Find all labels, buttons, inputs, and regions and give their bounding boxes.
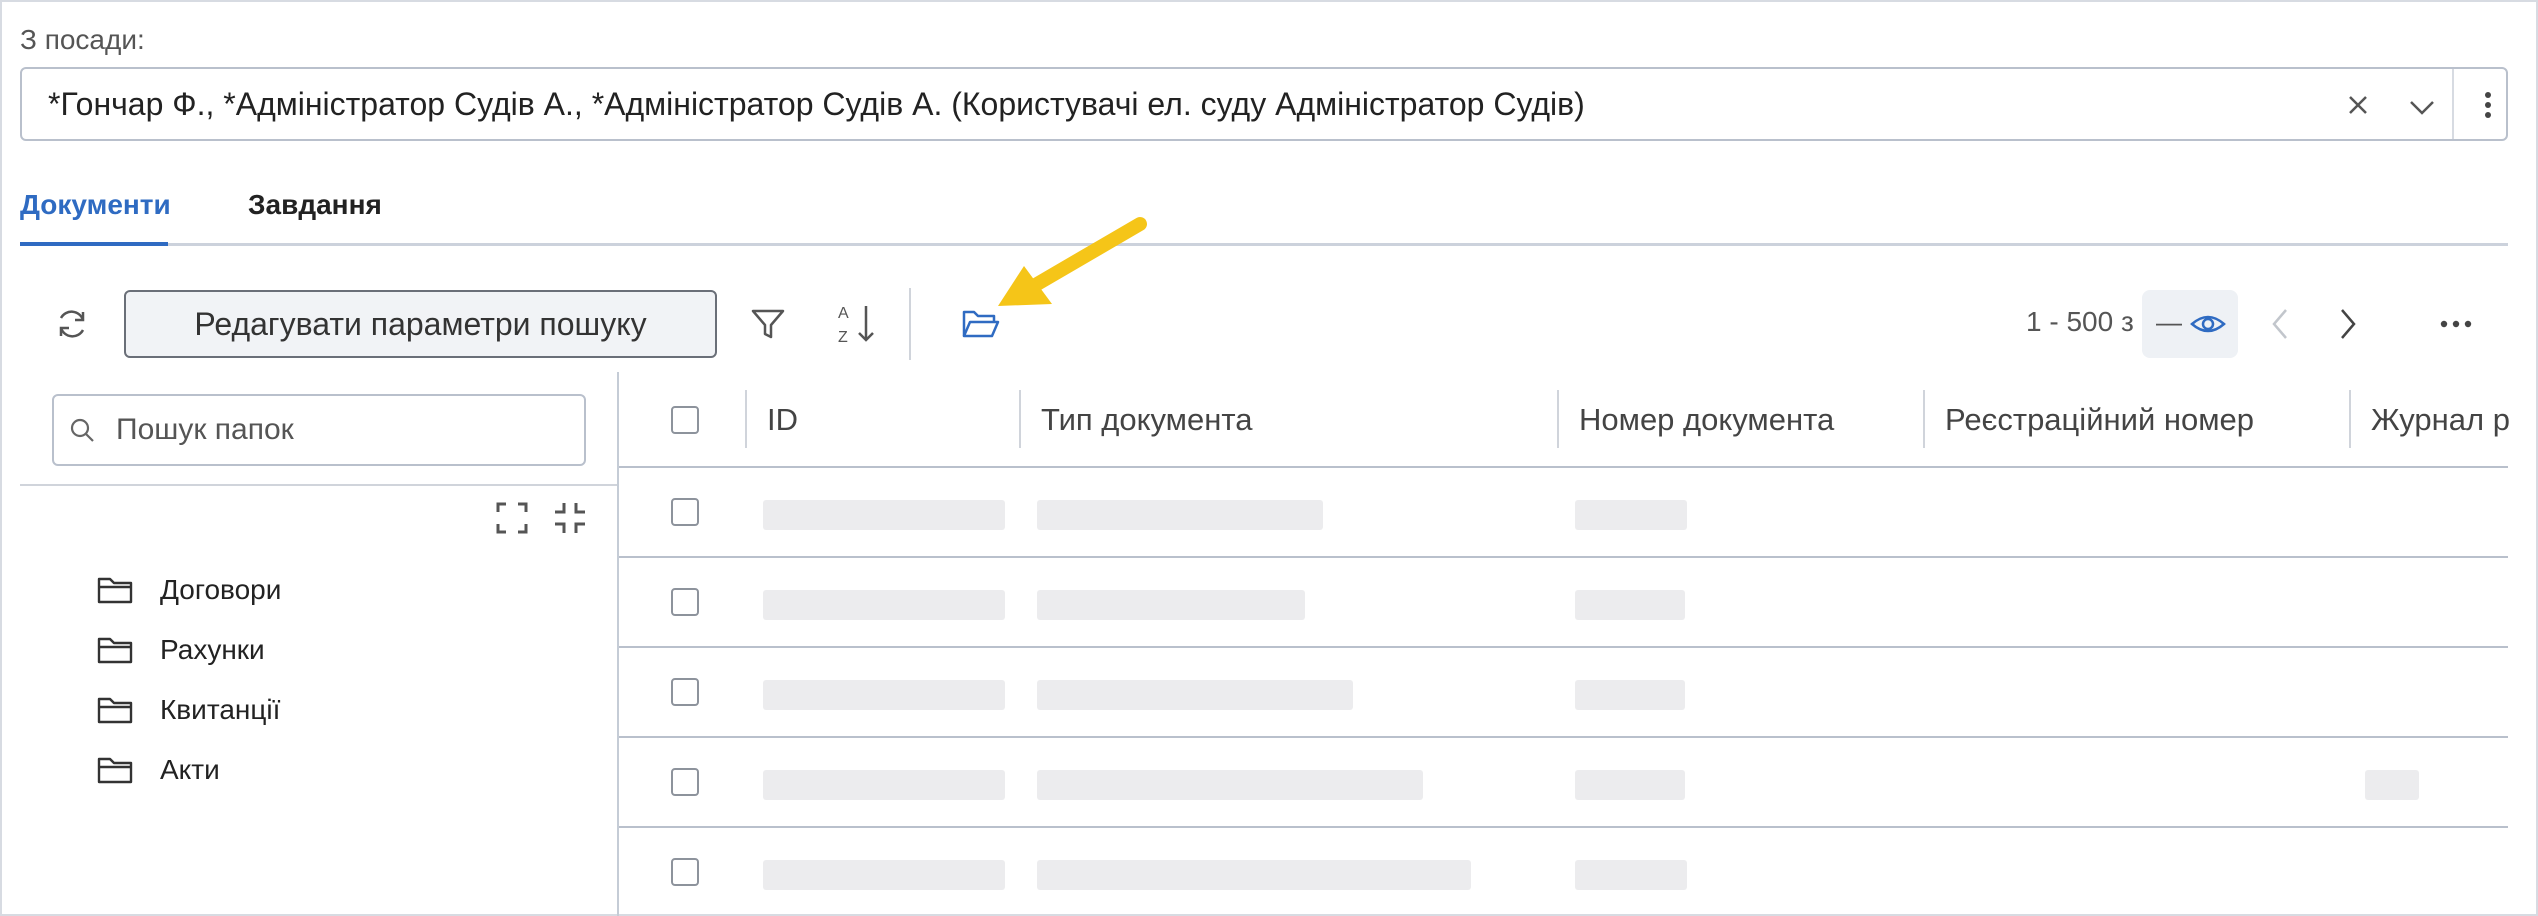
folder-item-label: Квитанції	[160, 694, 281, 725]
pager-total-toggle[interactable]: —	[2142, 290, 2238, 358]
skeleton-cell	[1575, 680, 1685, 710]
table-row[interactable]	[619, 558, 2508, 648]
folder-search[interactable]	[52, 394, 586, 466]
row-checkbox[interactable]	[671, 858, 699, 886]
folder-item-invoices[interactable]: Рахунки	[96, 620, 281, 680]
clear-icon[interactable]	[2342, 89, 2374, 121]
skeleton-cell	[2365, 770, 2419, 800]
folder-icon	[97, 697, 133, 724]
row-checkbox[interactable]	[671, 768, 699, 796]
chevron-left-icon[interactable]	[2264, 304, 2296, 344]
folder-item-contracts[interactable]: Договори	[96, 560, 281, 620]
folder-icon	[97, 637, 133, 664]
folder-item-label: Рахунки	[160, 634, 265, 665]
toolbar-divider	[909, 288, 911, 360]
refresh-icon[interactable]	[52, 304, 92, 344]
column-header-reg-number[interactable]: Реєстраційний номер	[1945, 402, 2254, 438]
tab-documents[interactable]: Документи	[20, 188, 171, 246]
row-checkbox[interactable]	[671, 588, 699, 616]
position-selector-value: *Гончар Ф., *Адміністратор Судів А., *Ад…	[48, 85, 1585, 122]
skeleton-cell	[1037, 500, 1323, 530]
position-label: З посади:	[20, 24, 145, 55]
selector-divider	[2452, 69, 2454, 139]
table-row[interactable]	[619, 828, 2508, 916]
skeleton-cell	[763, 860, 1005, 890]
skeleton-cell	[763, 500, 1005, 530]
filter-icon[interactable]	[748, 304, 788, 344]
eye-icon[interactable]	[2190, 308, 2226, 340]
skeleton-cell	[1037, 680, 1353, 710]
folder-item-receipts[interactable]: Квитанції	[96, 680, 281, 740]
skeleton-cell	[763, 680, 1005, 710]
search-icon	[70, 418, 94, 442]
collapse-icon[interactable]	[552, 500, 588, 536]
sort-az-icon[interactable]: A Z	[836, 300, 880, 348]
folder-search-input[interactable]	[116, 413, 556, 447]
expand-icon[interactable]	[494, 500, 530, 536]
row-checkbox[interactable]	[671, 498, 699, 526]
chevron-right-icon[interactable]	[2332, 304, 2364, 344]
skeleton-cell	[763, 770, 1005, 800]
folder-panel-divider	[20, 484, 618, 486]
annotation-arrow	[998, 217, 1147, 306]
folder-tree: Договори Рахунки Квитанції Акти	[96, 560, 281, 800]
folder-icon	[97, 757, 133, 784]
column-divider[interactable]	[1557, 390, 1559, 448]
column-divider[interactable]	[745, 390, 747, 448]
skeleton-cell	[1575, 860, 1687, 890]
grid-header: ID Тип документа Номер документа Реєстра…	[619, 372, 2510, 468]
folder-item-acts[interactable]: Акти	[96, 740, 281, 800]
column-header-id[interactable]: ID	[767, 402, 798, 438]
pager-total: —	[2156, 307, 2182, 337]
more-vertical-icon[interactable]	[2468, 85, 2508, 125]
column-divider[interactable]	[1019, 390, 1021, 448]
svg-text:Z: Z	[838, 329, 848, 346]
skeleton-cell	[1037, 590, 1305, 620]
table-row[interactable]	[619, 738, 2508, 828]
table-row[interactable]	[619, 648, 2508, 738]
skeleton-cell	[1037, 770, 1423, 800]
column-header-journal[interactable]: Журнал р	[2371, 402, 2510, 438]
column-header-doc-type[interactable]: Тип документа	[1041, 402, 1252, 438]
row-checkbox[interactable]	[671, 678, 699, 706]
position-selector[interactable]: *Гончар Ф., *Адміністратор Судів А., *Ад…	[20, 67, 2508, 141]
folder-item-label: Договори	[160, 574, 282, 605]
tab-tasks[interactable]: Завдання	[248, 188, 382, 246]
edit-search-params-button[interactable]: Редагувати параметри пошуку	[124, 290, 717, 358]
more-horizontal-icon[interactable]	[2436, 312, 2476, 336]
column-header-doc-number[interactable]: Номер документа	[1579, 402, 1834, 438]
skeleton-cell	[1037, 860, 1471, 890]
folder-icon	[97, 577, 133, 604]
pager-range: 1 - 500 з	[2026, 306, 2134, 337]
skeleton-cell	[763, 590, 1005, 620]
select-all-checkbox[interactable]	[671, 406, 699, 434]
chevron-down-icon[interactable]	[2406, 91, 2438, 123]
tab-bar: Документи Завдання	[20, 188, 2508, 246]
folder-item-label: Акти	[160, 754, 220, 785]
skeleton-cell	[1575, 770, 1685, 800]
table-row[interactable]	[619, 468, 2508, 558]
skeleton-cell	[1575, 590, 1685, 620]
svg-text:A: A	[838, 305, 849, 322]
skeleton-cell	[1575, 500, 1687, 530]
column-divider[interactable]	[1923, 390, 1925, 448]
column-divider[interactable]	[2349, 390, 2351, 448]
